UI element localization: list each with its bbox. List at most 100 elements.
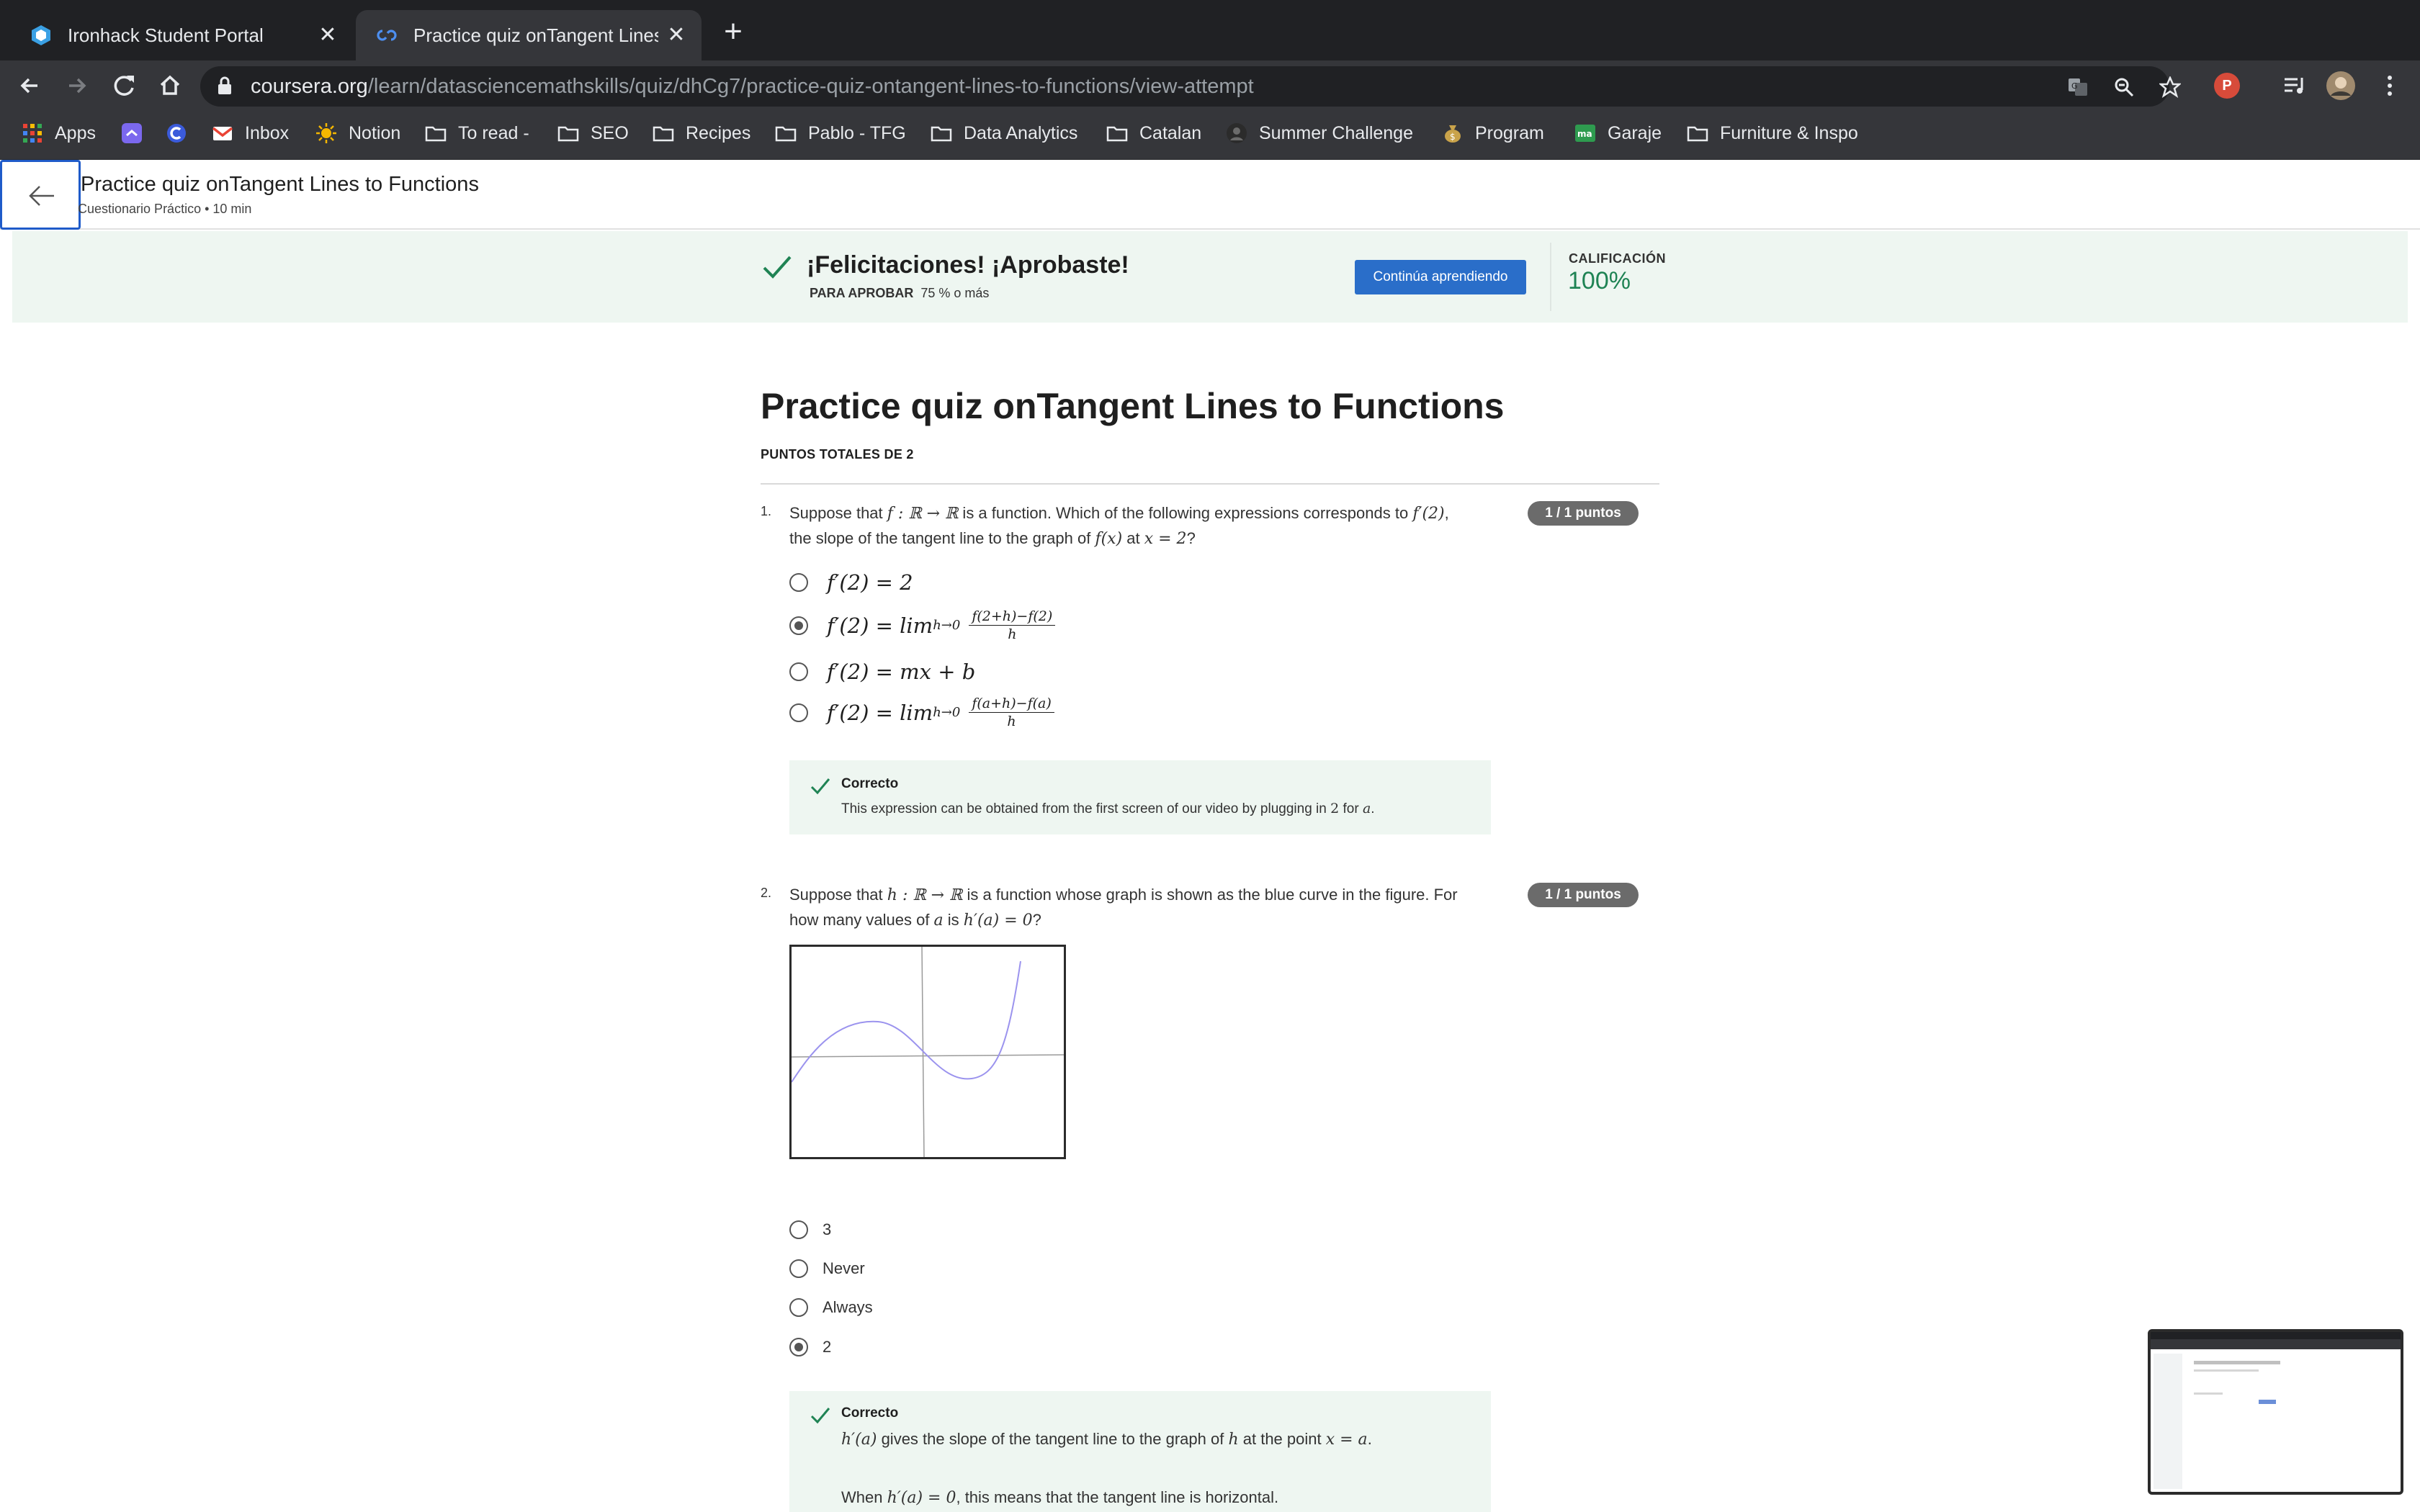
question-text: Suppose that h : ℝ → ℝ is a function who… <box>789 886 1458 930</box>
extension-profile-badge[interactable]: P <box>2214 73 2240 99</box>
answer-option[interactable]: Never <box>789 1259 865 1278</box>
radio-button-selected[interactable] <box>789 1338 808 1356</box>
bookmark-label: Recipes <box>686 122 751 143</box>
blue-curve <box>791 960 1021 1083</box>
money-bag-icon: $ <box>1445 125 1461 143</box>
result-title: ¡Felicitaciones! ¡Aprobaste! <box>807 251 1129 279</box>
bookmark-program[interactable]: $ Program <box>1442 122 1544 144</box>
address-bar[interactable]: coursera.org/learn/datasciencemathskills… <box>200 66 2181 107</box>
answer-option[interactable]: f′(2) = 2 <box>789 570 913 595</box>
page-subtitle: Cuestionario Práctico • 10 min <box>78 202 252 216</box>
screenshot-preview-thumbnail[interactable] <box>2148 1329 2403 1495</box>
tab-title: Practice quiz onTangent Lines to Functio… <box>413 24 658 46</box>
radio-button[interactable] <box>789 703 808 722</box>
sun-icon <box>316 123 336 143</box>
folder-icon <box>557 126 579 142</box>
clickup-icon <box>122 123 142 143</box>
total-points-label: PUNTOS TOTALES DE 2 <box>761 447 914 462</box>
bookmark-star-icon[interactable] <box>2159 76 2181 98</box>
continue-learning-button[interactable]: Continúa aprendiendo <box>1355 260 1526 294</box>
folder-icon <box>931 126 952 142</box>
check-icon <box>763 256 792 279</box>
back-button[interactable] <box>0 160 81 230</box>
bookmark-folder-catalan[interactable]: Catalan <box>1106 122 1201 144</box>
bookmark-label: SEO <box>591 122 629 143</box>
user-avatar-icon[interactable] <box>2325 70 2357 102</box>
bookmark-apps[interactable]: Apps <box>22 122 96 144</box>
forward-arrow-icon[interactable] <box>60 70 92 102</box>
ma-logo-icon: ma <box>1575 125 1595 142</box>
option-label: 2 <box>823 1338 832 1356</box>
new-tab-button[interactable]: + <box>717 16 749 49</box>
radio-button-selected[interactable] <box>789 616 808 635</box>
feedback-box: Correcto h′(a) gives the slope of the ta… <box>789 1391 1491 1512</box>
bookmarks-bar: Apps Inbox Notion To read - SEO Recipes … <box>0 111 2420 160</box>
tab-close-icon[interactable]: ✕ <box>664 23 689 48</box>
answer-option[interactable]: 2 <box>789 1338 831 1356</box>
option-label: f′(2) = mx + b <box>827 660 976 684</box>
bookmark-folder-recipes[interactable]: Recipes <box>653 122 750 144</box>
bookmark-garaje[interactable]: ma Garaje <box>1574 122 1662 144</box>
reload-icon[interactable] <box>108 70 140 102</box>
bookmark-label: Pablo - TFG <box>808 122 906 143</box>
media-playlist-icon[interactable] <box>2279 70 2311 102</box>
bookmark-notion[interactable]: Notion <box>315 122 400 144</box>
radio-button[interactable] <box>789 1298 808 1317</box>
tab-coursera-quiz[interactable]: Practice quiz onTangent Lines to Functio… <box>356 10 702 60</box>
tab-ironhack[interactable]: Ironhack Student Portal ✕ <box>10 10 353 60</box>
home-icon[interactable] <box>154 70 186 102</box>
bookmark-folder-furniture[interactable]: Furniture & Inspo <box>1687 122 1858 144</box>
grade-value: 100% <box>1568 267 1631 294</box>
bookmark-folder-data-analytics[interactable]: Data Analytics <box>931 122 1077 144</box>
radio-button[interactable] <box>789 662 808 681</box>
lock-icon <box>218 76 231 94</box>
question-number: 2. <box>761 886 772 900</box>
option-label: Never <box>823 1259 865 1277</box>
result-banner: ¡Felicitaciones! ¡Aprobaste! PARA APROBA… <box>12 231 2408 323</box>
page-title: Practice quiz onTangent Lines to Functio… <box>81 173 479 196</box>
feedback-title: Correcto <box>841 776 899 791</box>
bookmark-label: Data Analytics <box>964 122 1078 143</box>
grade-label: CALIFICACIÓN <box>1569 251 1666 266</box>
answer-option[interactable]: f′(2) = lim h→0 f(a+h)−f(a) h <box>789 696 1054 729</box>
back-arrow-icon[interactable] <box>14 70 46 102</box>
bookmark-summer-challenge[interactable]: Summer Challenge <box>1226 122 1413 144</box>
answer-option[interactable]: f′(2) = mx + b <box>789 660 975 684</box>
feedback-text: When h′(a) = 0, this means that the tang… <box>841 1488 1279 1507</box>
translate-icon[interactable]: G <box>2067 76 2089 98</box>
feedback-box: Correcto This expression can be obtained… <box>789 760 1491 834</box>
radio-button[interactable] <box>789 1259 808 1278</box>
answer-option[interactable]: Always <box>789 1298 873 1317</box>
bookmark-folder-pablo-tfg[interactable]: Pablo - TFG <box>775 122 906 144</box>
thumbnail-image <box>2151 1332 2401 1492</box>
avatar-icon <box>1227 123 1247 143</box>
option-label: 3 <box>823 1220 832 1238</box>
url-text: coursera.org/learn/datasciencemathskills… <box>251 75 1254 99</box>
tab-title: Ironhack Student Portal <box>68 24 264 46</box>
svg-text:ma: ma <box>1577 129 1592 139</box>
bookmark-clickup[interactable] <box>121 122 154 144</box>
bookmark-label: Catalan <box>1139 122 1202 143</box>
answer-option[interactable]: 3 <box>789 1220 831 1239</box>
bookmark-folder-to-read[interactable]: To read - <box>425 122 529 144</box>
radio-button[interactable] <box>789 573 808 592</box>
tab-close-icon[interactable]: ✕ <box>315 23 340 48</box>
option-label: Always <box>823 1298 873 1316</box>
gmail-icon <box>212 127 233 140</box>
question-text: Suppose that f : ℝ → ℝ is a function. Wh… <box>789 504 1449 548</box>
radio-button[interactable] <box>789 1220 808 1239</box>
zoom-icon[interactable] <box>2113 76 2135 98</box>
answer-option[interactable]: f′(2) = lim h→0 f(2+h)−f(2) h <box>789 608 1056 642</box>
folder-icon <box>1106 126 1128 142</box>
browser-tab-strip: Ironhack Student Portal ✕ Practice quiz … <box>0 0 2420 60</box>
more-menu-icon[interactable] <box>2374 70 2406 102</box>
bookmark-inbox[interactable]: Inbox <box>212 122 289 144</box>
feedback-text: This expression can be obtained from the… <box>841 801 1375 816</box>
bookmark-c-app[interactable] <box>166 122 199 144</box>
pass-label: PARA APROBAR <box>810 286 914 300</box>
banner-divider <box>1550 243 1551 311</box>
bookmark-folder-seo[interactable]: SEO <box>557 122 629 144</box>
bookmark-label: Apps <box>55 122 96 143</box>
url-path: /learn/datasciencemathskills/quiz/dhCg7/… <box>367 75 1254 98</box>
feedback-text: h′(a) gives the slope of the tangent lin… <box>841 1430 1372 1449</box>
